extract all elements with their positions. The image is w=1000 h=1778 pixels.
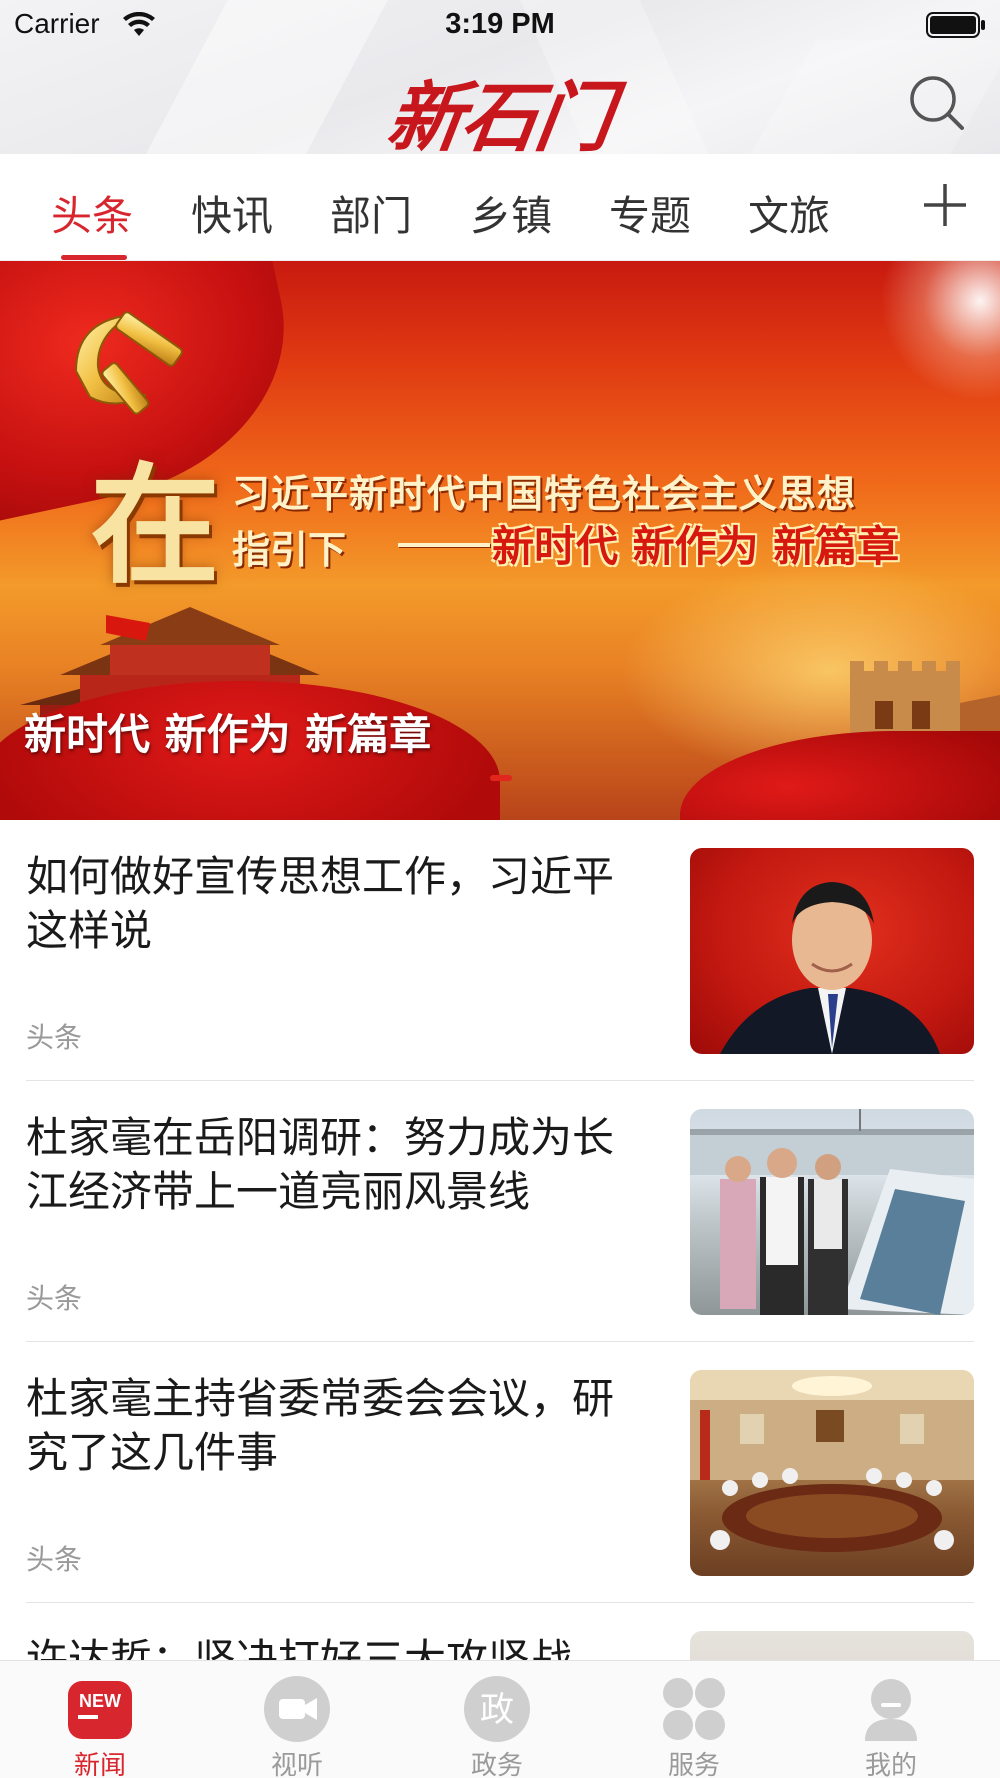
plus-icon[interactable] xyxy=(920,180,970,230)
profile-icon xyxy=(865,1679,917,1741)
government-icon: 政 xyxy=(464,1676,530,1742)
tabbar-profile[interactable]: 我的 xyxy=(791,1661,991,1778)
app-header: Carrier 3:19 PM 新石门 xyxy=(0,0,1000,154)
channel-tabs: 头条 快讯 部门 乡镇 专题 文旅 xyxy=(0,154,1000,261)
active-tab-indicator xyxy=(61,255,127,260)
status-bar: Carrier 3:19 PM xyxy=(0,0,1000,50)
news-source: 头条 xyxy=(26,1282,83,1315)
bottom-tab-bar: NEW 新闻 视听 政 政务 服务 我的 xyxy=(0,1660,1000,1778)
tab-topics[interactable]: 专题 xyxy=(595,182,705,242)
news-title: 杜家毫主持省委常委会会议，研究了这几件事 xyxy=(26,1374,615,1477)
status-time: 3:19 PM xyxy=(445,8,555,40)
news-item[interactable]: 杜家毫主持省委常委会会议，研究了这几件事 头条 xyxy=(0,1342,1000,1603)
news-thumbnail xyxy=(690,1370,974,1576)
featured-banner[interactable]: 在 习近平新时代中国特色社会主义思想 指引下 新时代 新作为 新篇章 新时代 新… xyxy=(0,261,1000,820)
news-title: 杜家毫在岳阳调研：努力成为长江经济带上一道亮丽风景线 xyxy=(26,1113,615,1216)
news-title: 许达哲：坚决打好三大攻坚战 xyxy=(26,1635,573,1660)
carousel-page-indicator xyxy=(490,775,512,781)
news-item[interactable]: 许达哲：坚决打好三大攻坚战 xyxy=(0,1603,1000,1660)
banner-light-flare xyxy=(880,261,1000,401)
video-camera-icon xyxy=(264,1676,330,1742)
banner-dash xyxy=(398,543,490,547)
banner-caption: 新时代 新作为 新篇章 xyxy=(24,710,432,759)
tabbar-label: 服务 xyxy=(667,1751,720,1778)
meeting-room-photo xyxy=(690,1370,974,1552)
tabbar-label: 政务 xyxy=(470,1751,523,1778)
new-badge-text: NEW xyxy=(79,1691,121,1711)
tabbar-news[interactable]: NEW 新闻 xyxy=(0,1661,200,1778)
banner-headline-line1: 习近平新时代中国特色社会主义思想 xyxy=(232,472,857,516)
portrait-photo xyxy=(720,882,940,1054)
field-visit-photo xyxy=(690,1109,974,1315)
news-item[interactable]: 如何做好宣传思想工作，习近平这样说 头条 xyxy=(0,820,1000,1081)
news-title: 如何做好宣传思想工作，习近平这样说 xyxy=(26,852,615,955)
banner-headline-line2: 指引下 xyxy=(232,528,347,572)
news-thumbnail xyxy=(690,848,974,1054)
battery-icon xyxy=(926,12,985,38)
tab-culture-tourism[interactable]: 文旅 xyxy=(734,182,844,242)
app-logo: 新石门 xyxy=(381,73,617,154)
party-emblem-icon xyxy=(74,311,183,415)
tabbar-government[interactable]: 政 政务 xyxy=(397,1661,597,1778)
banner-big-character: 在 xyxy=(90,449,221,602)
tabbar-label: 我的 xyxy=(864,1751,917,1778)
news-source: 头条 xyxy=(26,1021,83,1054)
tabbar-label: 视听 xyxy=(270,1751,323,1778)
tab-flash-news[interactable]: 快讯 xyxy=(177,182,287,242)
tab-headlines[interactable]: 头条 xyxy=(37,182,147,242)
tab-towns[interactable]: 乡镇 xyxy=(456,182,566,242)
news-thumbnail xyxy=(690,1109,974,1315)
tabbar-services[interactable]: 服务 xyxy=(594,1661,794,1778)
search-icon[interactable] xyxy=(908,74,966,132)
news-source: 头条 xyxy=(26,1543,83,1576)
news-feed: 如何做好宣传思想工作，习近平这样说 头条 杜家毫在岳阳调研：努力成为长江经济带上… xyxy=(0,820,1000,1660)
news-new-icon: NEW xyxy=(68,1681,132,1739)
news-thumbnail xyxy=(690,1631,974,1660)
services-grid-icon xyxy=(663,1678,725,1740)
news-item[interactable]: 杜家毫在岳阳调研：努力成为长江经济带上一道亮丽风景线 头条 xyxy=(0,1081,1000,1342)
tab-departments[interactable]: 部门 xyxy=(316,182,426,242)
government-glyph: 政 xyxy=(480,1690,514,1730)
banner-slogan: 新时代 新作为 新篇章 xyxy=(492,522,900,571)
tabbar-audio-video[interactable]: 视听 xyxy=(197,1661,397,1778)
tabbar-label: 新闻 xyxy=(73,1751,126,1778)
